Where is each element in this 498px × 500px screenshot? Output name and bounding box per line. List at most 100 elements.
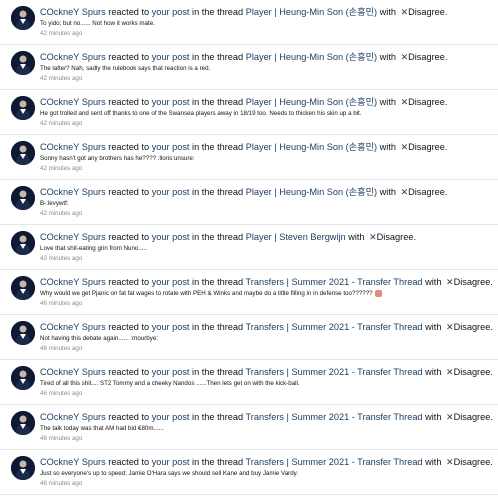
reacted-text: reacted to [108, 97, 150, 107]
snippet-text: Love that shit-eating grin from Nuno....… [40, 245, 147, 252]
in-thread-text: in the thread [192, 322, 244, 332]
timestamp[interactable]: 46 minutes ago [40, 300, 82, 308]
user-avatar[interactable] [11, 321, 35, 345]
disagree-icon: ✕ [400, 52, 409, 62]
thread-link[interactable]: Transfers | Summer 2021 - Transfer Threa… [246, 457, 423, 467]
timestamp[interactable]: 42 minutes ago [40, 165, 82, 173]
alert-headline: COckneY Spurs reacted to your post in th… [40, 141, 447, 153]
your-post-link[interactable]: your post [152, 322, 190, 332]
with-text: with [425, 322, 442, 332]
alert-headline: COckneY Spurs reacted to your post in th… [40, 456, 493, 468]
in-thread-text: in the thread [192, 367, 244, 377]
user-avatar[interactable] [11, 231, 35, 255]
your-post-link[interactable]: your post [152, 367, 190, 377]
snippet-text: The talk today was that AM had bid €80m.… [40, 425, 164, 432]
alert-headline: COckneY Spurs reacted to your post in th… [40, 6, 447, 18]
thread-link[interactable]: Player | Heung-Min Son (손흥민) [246, 142, 377, 152]
with-text: with [348, 232, 365, 242]
username-link[interactable]: COckneY Spurs [40, 457, 106, 467]
alert-item[interactable]: COckneY Spurs reacted to your post in th… [0, 225, 498, 270]
user-avatar[interactable] [11, 141, 35, 165]
thread-link[interactable]: Player | Heung-Min Son (손흥민) [246, 52, 377, 62]
user-avatar[interactable] [11, 366, 35, 390]
in-thread-text: in the thread [192, 232, 244, 242]
timestamp[interactable]: 42 minutes ago [40, 120, 82, 128]
timestamp[interactable]: 46 minutes ago [40, 435, 82, 443]
user-avatar[interactable] [11, 411, 35, 435]
your-post-link[interactable]: your post [152, 7, 190, 17]
snippet-text: Why would we get Pjanic on fat fat wages… [40, 290, 373, 298]
reaction-period: . [490, 367, 493, 377]
alert-item[interactable]: COckneY Spurs reacted to your post in th… [0, 450, 498, 495]
your-post-link[interactable]: your post [152, 187, 190, 197]
timestamp[interactable]: 46 minutes ago [40, 345, 82, 353]
with-text: with [425, 457, 442, 467]
timestamp[interactable]: 46 minutes ago [40, 390, 82, 398]
username-link[interactable]: COckneY Spurs [40, 97, 106, 107]
user-avatar[interactable] [11, 186, 35, 210]
your-post-link[interactable]: your post [152, 97, 190, 107]
reaction-label: Disagree [453, 322, 491, 332]
timestamp[interactable]: 42 minutes ago [40, 75, 82, 83]
thread-link[interactable]: Player | Heung-Min Son (손흥민) [246, 97, 377, 107]
avatar-image [11, 51, 35, 75]
username-link[interactable]: COckneY Spurs [40, 7, 106, 17]
username-link[interactable]: COckneY Spurs [40, 277, 106, 287]
user-avatar[interactable] [11, 456, 35, 480]
timestamp[interactable]: 42 minutes ago [40, 30, 82, 38]
reaction-period: . [490, 412, 493, 422]
alert-headline: COckneY Spurs reacted to your post in th… [40, 186, 447, 198]
alert-item[interactable]: COckneY Spurs reacted to your post in th… [0, 270, 498, 315]
your-post-link[interactable]: your post [152, 52, 190, 62]
username-link[interactable]: COckneY Spurs [40, 322, 106, 332]
alert-headline: COckneY Spurs reacted to your post in th… [40, 366, 493, 378]
your-post-link[interactable]: your post [152, 232, 190, 242]
post-snippet: The latter? Nah, sadly the rulebook says… [40, 65, 210, 73]
snippet-text: Sonny hasn't got any brothers has he????… [40, 155, 195, 162]
user-avatar[interactable] [11, 6, 35, 30]
thread-link[interactable]: Transfers | Summer 2021 - Transfer Threa… [246, 277, 423, 287]
thread-link[interactable]: Player | Steven Bergwijn [246, 232, 346, 242]
snippet-text: Just so everyone's up to speed; Jamie O'… [40, 470, 299, 477]
user-avatar[interactable] [11, 96, 35, 120]
alert-item[interactable]: COckneY Spurs reacted to your post in th… [0, 0, 498, 45]
your-post-link[interactable]: your post [152, 412, 190, 422]
thread-link[interactable]: Player | Heung-Min Son (손흥민) [246, 187, 377, 197]
your-post-link[interactable]: your post [152, 457, 190, 467]
username-link[interactable]: COckneY Spurs [40, 232, 106, 242]
username-link[interactable]: COckneY Spurs [40, 52, 106, 62]
timestamp[interactable]: 42 minutes ago [40, 210, 82, 218]
username-link[interactable]: COckneY Spurs [40, 367, 106, 377]
alert-headline: COckneY Spurs reacted to your post in th… [40, 411, 493, 423]
alert-item[interactable]: COckneY Spurs reacted to your post in th… [0, 135, 498, 180]
username-link[interactable]: COckneY Spurs [40, 412, 106, 422]
avatar-image [11, 141, 35, 165]
post-snippet: Not having this debate again...... :mour… [40, 335, 158, 343]
post-snippet: Why would we get Pjanic on fat fat wages… [40, 290, 382, 298]
timestamp[interactable]: 43 minutes ago [40, 255, 82, 263]
avatar-image [11, 276, 35, 300]
your-post-link[interactable]: your post [152, 142, 190, 152]
alert-item[interactable]: COckneY Spurs reacted to your post in th… [0, 360, 498, 405]
post-snippet: Just so everyone's up to speed; Jamie O'… [40, 470, 298, 478]
username-link[interactable]: COckneY Spurs [40, 187, 106, 197]
emoji-icon [374, 290, 382, 297]
snippet-text: Not having this debate again...... :mour… [40, 335, 158, 342]
reacted-text: reacted to [108, 457, 150, 467]
user-avatar[interactable] [11, 276, 35, 300]
alert-item[interactable]: COckneY Spurs reacted to your post in th… [0, 315, 498, 360]
alert-item[interactable]: COckneY Spurs reacted to your post in th… [0, 180, 498, 225]
username-link[interactable]: COckneY Spurs [40, 142, 106, 152]
in-thread-text: in the thread [192, 97, 244, 107]
thread-link[interactable]: Transfers | Summer 2021 - Transfer Threa… [246, 412, 423, 422]
alert-item[interactable]: COckneY Spurs reacted to your post in th… [0, 45, 498, 90]
user-avatar[interactable] [11, 51, 35, 75]
thread-link[interactable]: Player | Heung-Min Son (손흥민) [246, 7, 377, 17]
your-post-link[interactable]: your post [152, 277, 190, 287]
thread-link[interactable]: Transfers | Summer 2021 - Transfer Threa… [246, 322, 423, 332]
thread-link[interactable]: Transfers | Summer 2021 - Transfer Threa… [246, 367, 423, 377]
timestamp[interactable]: 46 minutes ago [40, 480, 82, 488]
alert-item[interactable]: COckneY Spurs reacted to your post in th… [0, 405, 498, 450]
post-snippet: He got trolled and sent off thanks to on… [40, 110, 362, 118]
alert-item[interactable]: COckneY Spurs reacted to your post in th… [0, 90, 498, 135]
